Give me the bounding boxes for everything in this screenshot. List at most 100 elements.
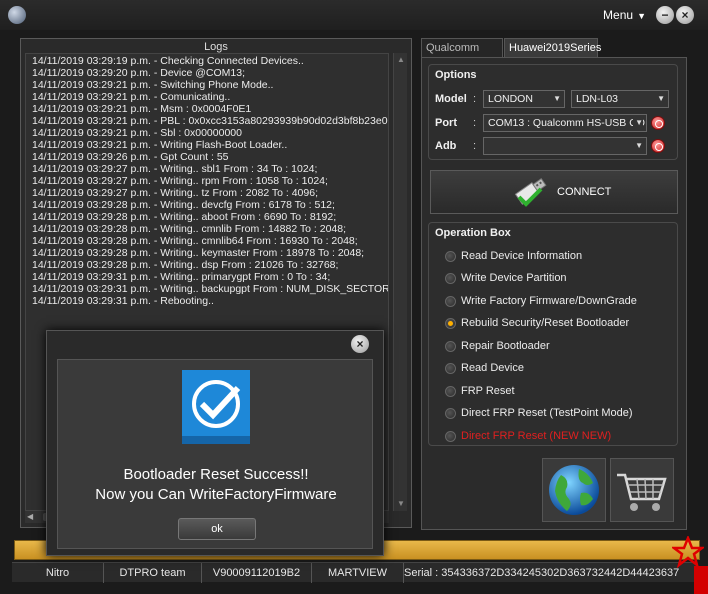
radio-button[interactable]	[445, 431, 456, 442]
globe-button[interactable]	[542, 458, 606, 522]
radio-label: Write Device Partition	[461, 272, 567, 284]
model-value: LONDON	[488, 93, 533, 105]
log-line: 14/11/2019 03:29:28 p.m. - Writing.. dev…	[32, 199, 335, 211]
star-icon[interactable]	[672, 536, 704, 568]
log-line: 14/11/2019 03:29:31 p.m. - Rebooting..	[32, 295, 214, 307]
radio-button[interactable]	[445, 363, 456, 374]
radio-label: FRP Reset	[461, 385, 515, 397]
radio-button[interactable]	[445, 251, 456, 262]
dialog-body: Bootloader Reset Success!! Now you Can W…	[57, 359, 373, 549]
log-line: 14/11/2019 03:29:27 p.m. - Writing.. tz …	[32, 187, 318, 199]
app-icon	[8, 6, 26, 24]
model-select[interactable]: LONDON ▼	[483, 90, 565, 108]
shopping-cart-icon	[617, 473, 667, 511]
radio-label: Read Device	[461, 362, 524, 374]
log-line: 14/11/2019 03:29:28 p.m. - Writing.. key…	[32, 247, 365, 259]
logs-vertical-scrollbar[interactable]: ▲ ▼	[393, 53, 407, 511]
status-version: V90009112019B2	[202, 563, 312, 583]
port-value: COM13 : Qualcomm HS-USB QD	[488, 117, 645, 129]
huawei-panel: Options Model : LONDON ▼ LDN-L03 ▼ Port …	[421, 57, 687, 530]
tab-qualcomm-flash[interactable]: Qualcomm Flash	[421, 38, 503, 72]
log-line: 14/11/2019 03:29:21 p.m. - Writing Flash…	[32, 139, 288, 151]
status-user: Nitro	[12, 563, 104, 583]
log-line: 14/11/2019 03:29:27 p.m. - Writing.. rpm…	[32, 175, 328, 187]
log-line: 14/11/2019 03:29:27 p.m. - Writing.. sbl…	[32, 163, 318, 175]
port-label: Port	[435, 117, 457, 129]
options-title: Options	[435, 69, 477, 81]
log-line: 14/11/2019 03:29:20 p.m. - Device @COM13…	[32, 67, 245, 79]
radio-button[interactable]	[445, 273, 456, 284]
chevron-down-icon: ▼	[551, 91, 561, 107]
shopping-cart-button[interactable]	[610, 458, 674, 522]
corner-marker	[694, 566, 708, 594]
log-line: 14/11/2019 03:29:19 p.m. - Checking Conn…	[32, 55, 304, 67]
title-bar: Menu ▼ − ×	[0, 0, 708, 30]
colon: :	[473, 117, 477, 129]
usb-check-icon	[514, 178, 547, 207]
radio-button-checked[interactable]	[445, 318, 456, 329]
tab-huawei2019series[interactable]: Huawei2019Series	[504, 38, 601, 58]
close-icon[interactable]: ×	[351, 335, 369, 353]
variant-value: LDN-L03	[576, 93, 619, 105]
colon: :	[473, 140, 477, 152]
chevron-down-icon: ▼	[655, 91, 665, 107]
operation-box-group: Operation Box Read Device Information Wr…	[428, 222, 678, 446]
close-button[interactable]: ×	[676, 6, 694, 24]
chevron-down-icon: ▼	[633, 138, 643, 154]
connect-button[interactable]: CONNECT	[430, 170, 678, 214]
refresh-port-icon[interactable]	[651, 116, 665, 130]
connect-label: CONNECT	[557, 186, 612, 198]
options-group: Options Model : LONDON ▼ LDN-L03 ▼ Port …	[428, 64, 678, 160]
globe-icon	[549, 465, 599, 515]
log-line: 14/11/2019 03:29:28 p.m. - Writing.. cmn…	[32, 223, 347, 235]
port-select[interactable]: COM13 : Qualcomm HS-USB QD ▼	[483, 114, 647, 132]
log-line: 14/11/2019 03:29:28 p.m. - Writing.. dsp…	[32, 259, 339, 271]
menu-label: Menu	[603, 8, 634, 22]
scroll-left-icon[interactable]: ◀	[27, 511, 33, 523]
success-tile	[182, 370, 250, 444]
status-serial: Serial : 354336372D334245302D363732442D4…	[404, 567, 680, 579]
refresh-adb-icon[interactable]	[651, 139, 665, 153]
minimize-button[interactable]: −	[656, 6, 674, 24]
log-line: 14/11/2019 03:29:21 p.m. - Switching Pho…	[32, 79, 274, 91]
checkmark-icon	[182, 380, 250, 444]
adb-label: Adb	[435, 140, 457, 152]
log-line: 14/11/2019 03:29:21 p.m. - Msm : 0x0004F…	[32, 103, 252, 115]
log-line: 14/11/2019 03:29:31 p.m. - Writing.. bac…	[32, 283, 389, 295]
log-line: 14/11/2019 03:29:21 p.m. - Comunicating.…	[32, 91, 231, 103]
chevron-down-icon: ▼	[633, 115, 643, 131]
menu-button[interactable]: Menu ▼	[603, 8, 646, 22]
radio-button[interactable]	[445, 341, 456, 352]
success-dialog: × Bootloader Reset Success!! Now you Can…	[46, 330, 384, 556]
dialog-message-line1: Bootloader Reset Success!!	[123, 466, 309, 483]
radio-label: Write Factory Firmware/DownGrade	[461, 295, 637, 307]
adb-select[interactable]: ▼	[483, 137, 647, 155]
ok-button[interactable]: ok	[178, 518, 256, 540]
log-line: 14/11/2019 03:29:31 p.m. - Writing.. pri…	[32, 271, 331, 283]
chevron-down-icon: ▼	[637, 11, 646, 21]
radio-label: Rebuild Security/Reset Bootloader	[461, 317, 630, 329]
log-line: 14/11/2019 03:29:28 p.m. - Writing.. abo…	[32, 211, 337, 223]
status-brand: MARTVIEW	[312, 563, 404, 583]
colon: :	[473, 93, 477, 105]
status-bar: Nitro DTPRO team V90009112019B2 MARTVIEW…	[12, 562, 696, 583]
radio-label: Direct FRP Reset (TestPoint Mode)	[461, 407, 633, 419]
scroll-down-icon[interactable]: ▼	[394, 497, 408, 511]
model-label: Model	[435, 93, 467, 105]
radio-button[interactable]	[445, 296, 456, 307]
variant-select[interactable]: LDN-L03 ▼	[571, 90, 669, 108]
status-team: DTPRO team	[104, 563, 202, 583]
radio-label: Read Device Information	[461, 250, 583, 262]
radio-button[interactable]	[445, 408, 456, 419]
log-line: 14/11/2019 03:29:28 p.m. - Writing.. cmn…	[32, 235, 358, 247]
dialog-message-line2: Now you Can WriteFactoryFirmware	[95, 486, 337, 503]
radio-label: Repair Bootloader	[461, 340, 550, 352]
log-line: 14/11/2019 03:29:26 p.m. - Gpt Count : 5…	[32, 151, 229, 163]
operation-box-title: Operation Box	[435, 227, 511, 239]
log-line: 14/11/2019 03:29:21 p.m. - PBL : 0x0xcc3…	[32, 115, 389, 127]
radio-button[interactable]	[445, 386, 456, 397]
log-line: 14/11/2019 03:29:21 p.m. - Sbl : 0x00000…	[32, 127, 242, 139]
logs-title: Logs	[204, 41, 228, 53]
radio-label: Direct FRP Reset (NEW NEW)	[461, 430, 612, 442]
scroll-up-icon[interactable]: ▲	[394, 53, 408, 67]
